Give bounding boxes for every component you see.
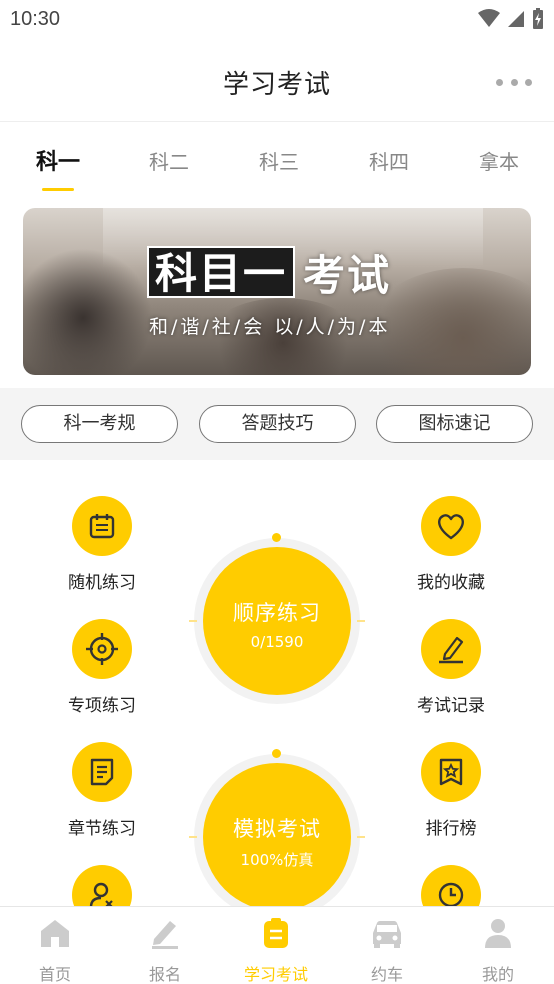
tab-underline <box>42 188 74 191</box>
more-button[interactable] <box>496 76 532 88</box>
battery-icon <box>533 8 543 29</box>
status-time: 10:30 <box>10 8 61 30</box>
ring-tick <box>189 836 197 838</box>
nav-study-exam[interactable]: 学习考试 <box>221 915 331 984</box>
my-favorites-button[interactable]: 我的收藏 <box>391 496 511 593</box>
side-item-label: 考试记录 <box>417 696 485 716</box>
more-dot-icon <box>510 78 518 86</box>
status-bar: 10:30 <box>0 0 554 40</box>
ring-tick <box>357 620 365 622</box>
signal-icon <box>508 11 524 27</box>
random-practice-button[interactable]: 随机练习 <box>42 496 162 593</box>
leaderboard-button[interactable]: 排行榜 <box>391 742 511 839</box>
sign-memo-button[interactable]: 图标速记 <box>376 405 533 443</box>
banner-title: 科目一 考试 <box>147 244 391 300</box>
status-icons <box>478 8 544 30</box>
side-item-label: 随机练习 <box>68 573 136 593</box>
side-item-label: 我的收藏 <box>417 573 485 593</box>
mock-exam-title: 模拟考试 <box>233 817 321 841</box>
banner[interactable]: 科目一 考试 和/谐/社/会 以/人/为/本 <box>23 208 531 375</box>
sequential-practice-title: 顺序练习 <box>233 601 321 625</box>
quick-links: 科一考规 答题技巧 图标速记 <box>0 388 554 460</box>
mock-exam-button[interactable]: 模拟考试 100%仿真 <box>189 749 365 920</box>
side-item-label: 排行榜 <box>425 819 477 839</box>
calendar-icon <box>72 496 132 556</box>
sequential-practice-button[interactable]: 顺序练习 0/1590 <box>189 533 365 704</box>
study-icon <box>221 915 331 951</box>
banner-subtitle: 和/谐/社/会 以/人/为/本 <box>149 316 391 338</box>
mock-exam-subtitle: 100%仿真 <box>240 851 314 869</box>
wifi-icon <box>478 9 500 27</box>
tab-subject-1[interactable]: 科一 <box>13 144 103 176</box>
topic-practice-button[interactable]: 专项练习 <box>42 619 162 716</box>
profile-icon <box>443 915 553 951</box>
more-dot-icon <box>525 78 532 86</box>
exam-rules-button[interactable]: 科一考规 <box>21 405 178 443</box>
side-item-label: 专项练习 <box>68 696 136 716</box>
subject-tabs: 科一 科二 科三 科四 拿本 <box>0 122 554 200</box>
tab-subject-4[interactable]: 科四 <box>344 146 434 175</box>
tab-subject-3[interactable]: 科三 <box>234 146 324 175</box>
nav-home[interactable]: 首页 <box>0 915 110 984</box>
exam-records-button[interactable]: 考试记录 <box>391 619 511 716</box>
tab-subject-2[interactable]: 科二 <box>124 146 214 175</box>
sequential-practice-progress: 0/1590 <box>250 633 304 651</box>
more-dot-icon <box>496 78 503 86</box>
banner-title-box: 科目一 <box>147 246 296 298</box>
bottom-nav: 首页 报名 学习考试 约车 我的 <box>0 906 554 984</box>
nav-label: 约车 <box>370 965 403 984</box>
ring-tick <box>357 836 365 838</box>
progress-dot <box>272 533 281 542</box>
ring-tick <box>189 620 197 622</box>
nav-label: 报名 <box>148 965 181 984</box>
mock-exam-circle: 模拟考试 100%仿真 <box>203 763 351 911</box>
nav-label: 我的 <box>481 965 514 984</box>
edit-icon <box>421 619 481 679</box>
sequential-practice-circle: 顺序练习 0/1590 <box>203 547 351 695</box>
signup-icon <box>110 915 220 951</box>
ranking-icon <box>421 742 481 802</box>
document-icon <box>72 742 132 802</box>
tab-get-license[interactable]: 拿本 <box>454 146 544 175</box>
nav-book-car[interactable]: 约车 <box>332 915 442 984</box>
car-icon <box>332 915 442 951</box>
heart-icon <box>421 496 481 556</box>
page-title: 学习考试 <box>222 70 331 100</box>
answer-tips-button[interactable]: 答题技巧 <box>199 405 356 443</box>
home-icon <box>0 915 110 951</box>
nav-signup[interactable]: 报名 <box>110 915 220 984</box>
target-icon <box>72 619 132 679</box>
progress-dot <box>272 749 281 758</box>
nav-profile[interactable]: 我的 <box>443 915 553 984</box>
header: 学习考试 <box>0 40 554 122</box>
chapter-practice-button[interactable]: 章节练习 <box>42 742 162 839</box>
nav-label: 学习考试 <box>243 965 308 984</box>
nav-label: 首页 <box>38 965 71 984</box>
banner-title-rest: 考试 <box>303 250 392 300</box>
side-item-label: 章节练习 <box>68 819 136 839</box>
